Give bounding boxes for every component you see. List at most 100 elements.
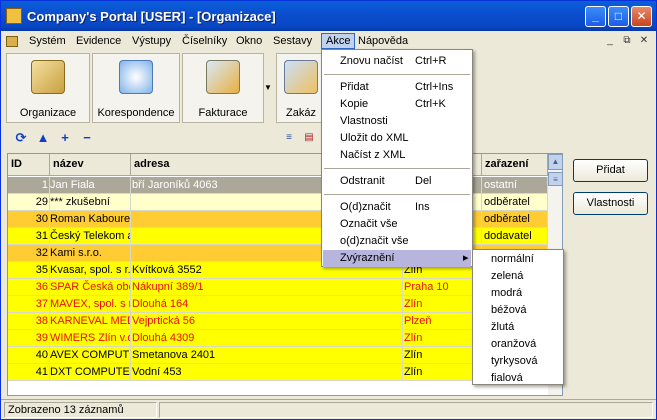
table-row[interactable]: 36SPAR Česká obchodníNákupní 389/1Praha … [8, 279, 548, 296]
fakturace-button[interactable]: Fakturace [182, 53, 264, 123]
cell-id: 35 [8, 262, 50, 279]
cell-nazev: *** zkušební [50, 194, 131, 211]
cell-zar: odběratel [482, 194, 548, 211]
move-up-icon[interactable]: ▲ [33, 128, 53, 148]
cell-mesto: Praha 10 [403, 279, 482, 296]
mdi-close-button[interactable]: ✕ [637, 34, 651, 47]
cell-nazev: AVEX COMPUTER [50, 347, 131, 364]
korespondence-button[interactable]: Korespondence [92, 53, 180, 123]
cell-mesto: Zlín [403, 330, 482, 347]
cell-zar: ostatní [482, 177, 548, 194]
korespondence-label: Korespondence [97, 107, 175, 119]
cell-adresa: Dlouhá 164 [131, 296, 403, 313]
cell-mesto: Zlín [403, 296, 482, 313]
cell-id: 36 [8, 279, 50, 296]
column-header-nazev[interactable]: název [50, 154, 131, 175]
organizace-button[interactable]: Organizace [6, 53, 90, 123]
system-menu-icon[interactable] [6, 33, 18, 49]
menu-item-oznacit-vse[interactable]: Označit vše [323, 216, 471, 233]
menu-vystupy[interactable]: Výstupy [128, 33, 175, 49]
cell-nazev: KARNEVAL MEDIA [50, 313, 131, 330]
menu-separator [324, 168, 470, 169]
menu-separator [324, 194, 470, 195]
menu-item-zvyrazneni[interactable]: Zvýraznění ▸ [323, 250, 471, 267]
add-icon[interactable]: + [55, 128, 75, 148]
submenu-item-fialova[interactable]: fialová [474, 370, 562, 387]
menu-item-znovu-nacist[interactable]: Znovu načíst Ctrl+R [323, 53, 471, 70]
align-icon[interactable]: ≡ [279, 128, 299, 148]
submenu-arrow-icon: ▸ [463, 252, 469, 264]
menu-okno[interactable]: Okno [232, 33, 266, 49]
submenu-item-oranzova[interactable]: oranžová [474, 336, 562, 353]
zakazky-button[interactable]: Zakáz [276, 53, 326, 123]
menu-system[interactable]: Systém [25, 33, 70, 49]
menu-item-odznacit-vse[interactable]: o(d)značit vše [323, 233, 471, 250]
menu-item-ulozit-xml[interactable]: Uložit do XML [323, 130, 471, 147]
menu-item-odstranit[interactable]: Odstranit Del [323, 173, 471, 190]
cell-id: 40 [8, 347, 50, 364]
cell-adresa: Dlouhá 4309 [131, 330, 403, 347]
main-window: Company's Portal [USER] - [Organizace] _… [0, 0, 657, 420]
mdi-restore-button[interactable]: ⧉ [620, 34, 634, 47]
menu-sestavy[interactable]: Sestavy [269, 33, 316, 49]
menu-bar: Systém Evidence Výstupy Číselníky Okno S… [1, 31, 656, 50]
title-bar[interactable]: Company's Portal [USER] - [Organizace] _… [1, 1, 656, 31]
minimize-button[interactable]: _ [585, 6, 606, 27]
flag-icon[interactable]: ▤ [299, 128, 319, 148]
menu-evidence[interactable]: Evidence [72, 33, 125, 49]
menu-akce[interactable]: Akce [321, 33, 356, 49]
cell-id: 38 [8, 313, 50, 330]
cell-nazev: Jan Fiala [50, 177, 131, 194]
cell-adresa: Vodní 453 [131, 364, 403, 381]
menu-item-nacist-xml[interactable]: Načíst z XML [323, 147, 471, 164]
submenu-item-bezova[interactable]: béžová [474, 302, 562, 319]
submenu-item-zelena[interactable]: zelená [474, 268, 562, 285]
akce-menu: Znovu načíst Ctrl+R Přidat Ctrl+Ins Kopie C… [321, 49, 473, 267]
highlight-submenu: normální zelená modrá béžová žlutá oranž… [472, 249, 564, 385]
submenu-item-tyrkysova[interactable]: tyrkysová [474, 353, 562, 370]
add-button[interactable]: Přidat [573, 159, 648, 182]
submenu-item-zluta[interactable]: žlutá [474, 319, 562, 336]
close-button[interactable]: ✕ [631, 6, 652, 27]
table-row[interactable]: 39WIMERS Zlín v.o.s.Dlouhá 4309Zlín [8, 330, 548, 347]
menu-napoveda[interactable]: Nápověda [354, 33, 412, 49]
cell-id: 1 [8, 177, 50, 194]
refresh-icon[interactable]: ⟳ [11, 128, 31, 148]
cell-nazev: Český Telekom a.s. [50, 228, 131, 245]
properties-button[interactable]: Vlastnosti [573, 192, 648, 215]
scroll-thumb[interactable]: ≡ [548, 172, 562, 186]
cell-nazev: Kami s.r.o. [50, 245, 131, 262]
cell-nazev: WIMERS Zlín v.o.s. [50, 330, 131, 347]
menu-item-odznacit[interactable]: O(d)značit Ins [323, 199, 471, 216]
menu-separator [324, 74, 470, 75]
cell-id: 41 [8, 364, 50, 381]
app-icon [6, 8, 22, 24]
table-row[interactable]: 41 DXT COMPUTER Vodní 453 Zlín [8, 364, 548, 381]
column-header-zarazeni[interactable]: zařazení [482, 154, 548, 175]
menu-ciselniky[interactable]: Číselníky [178, 33, 231, 49]
submenu-item-modra[interactable]: modrá [474, 285, 562, 302]
table-row[interactable]: 40AVEX COMPUTERSmetanova 2401Zlín [8, 347, 548, 364]
cell-mesto: Plzeň [403, 313, 482, 330]
column-header-id[interactable]: ID [8, 154, 50, 175]
menu-item-vlastnosti[interactable]: Vlastnosti [323, 113, 471, 130]
cell-adresa: Nákupní 389/1 [131, 279, 403, 296]
toolbar-dropdown-arrow-icon[interactable]: ▼ [264, 83, 274, 92]
cell-mesto: Zlín [403, 347, 482, 364]
cell-id: 37 [8, 296, 50, 313]
cell-zar: odběratel [482, 211, 548, 228]
menu-item-kopie[interactable]: Kopie Ctrl+K [323, 96, 471, 113]
status-panel-empty [159, 402, 653, 418]
submenu-item-normalni[interactable]: normální [474, 251, 562, 268]
scroll-up-icon[interactable]: ▲ [548, 154, 562, 170]
table-row[interactable]: 38KARNEVAL MEDIAVejprtická 56Plzeň [8, 313, 548, 330]
remove-icon[interactable]: − [77, 128, 97, 148]
menu-item-pridat[interactable]: Přidat Ctrl+Ins [323, 79, 471, 96]
cell-adresa: Vejprtická 56 [131, 313, 403, 330]
cell-nazev: SPAR Česká obchodní [50, 279, 131, 296]
table-row[interactable]: 37MAVEX, spol. s r.o.Dlouhá 164Zlín [8, 296, 548, 313]
cell-zar: dodavatel [482, 228, 548, 245]
mdi-minimize-button[interactable]: _ [603, 34, 617, 47]
maximize-button[interactable]: □ [608, 6, 629, 27]
status-bar: Zobrazeno 13 záznamů [1, 399, 656, 419]
